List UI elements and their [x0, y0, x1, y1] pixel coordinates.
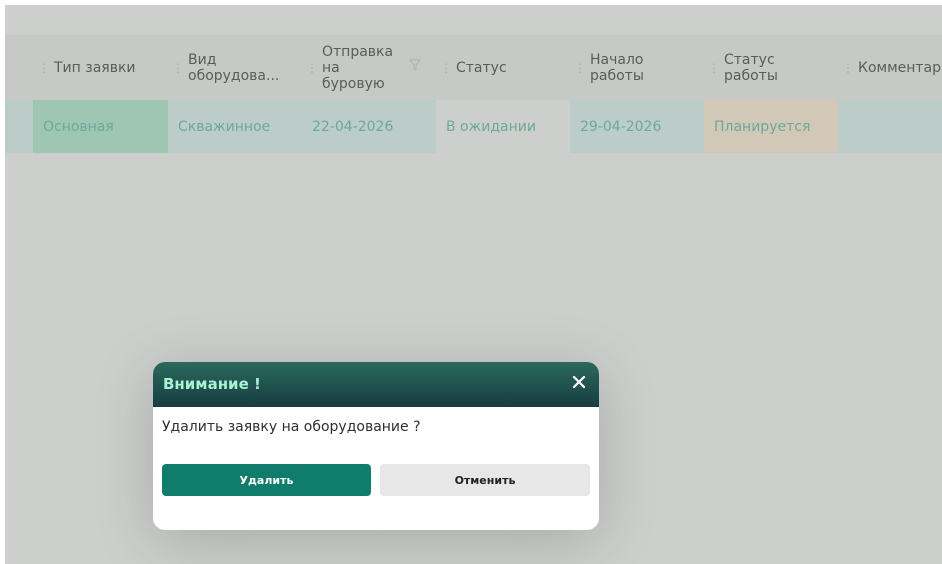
dialog-header: Внимание ! [153, 362, 599, 407]
dialog-title: Внимание ! [163, 375, 261, 393]
close-icon[interactable] [569, 372, 589, 392]
dialog-message: Удалить заявку на оборудование ? [162, 419, 421, 435]
confirm-delete-dialog: Внимание ! Удалить заявку на оборудовани… [153, 362, 599, 530]
cancel-button[interactable]: Отменить [380, 464, 590, 496]
delete-button[interactable]: Удалить [162, 464, 371, 496]
